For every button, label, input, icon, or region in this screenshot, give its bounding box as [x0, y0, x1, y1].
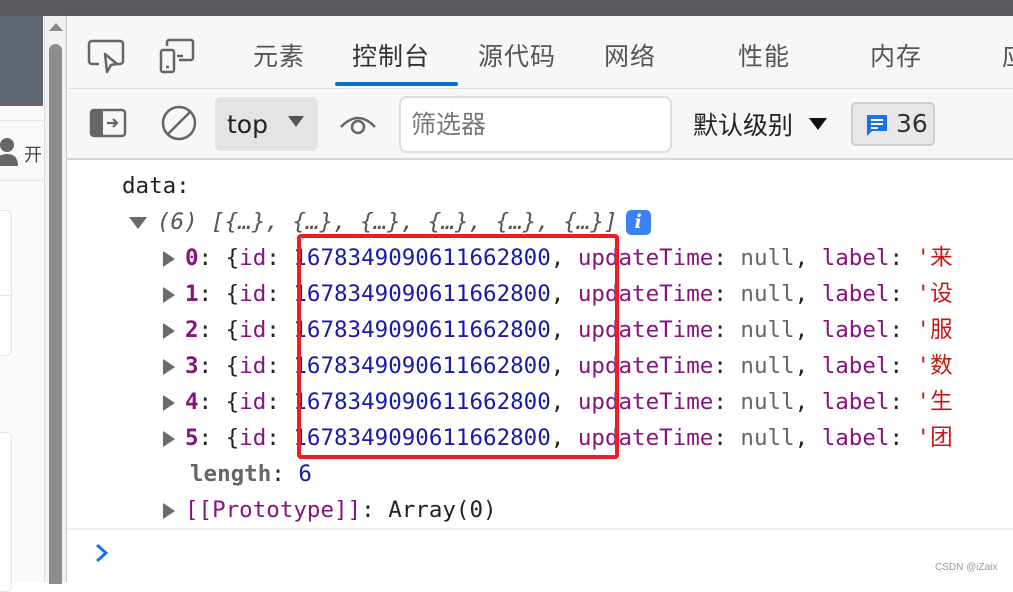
- active-tab-indicator: [335, 82, 458, 86]
- array-summary: (6) [{…}, {…}, {…}, {…}, {…}, {…}]: [157, 209, 618, 235]
- expand-triangle-icon[interactable]: [163, 502, 175, 519]
- expand-triangle-icon[interactable]: [163, 286, 175, 303]
- page-content-sliver: 开: [0, 16, 44, 592]
- devtools-panel: 元素 控制台 源代码 网络 性能 内存 应 top 默认级别: [66, 16, 1013, 582]
- live-expression-eye-icon[interactable]: [339, 105, 379, 145]
- issues-counter-button[interactable]: 36: [851, 102, 935, 146]
- expand-triangle-icon[interactable]: [163, 250, 175, 267]
- message-icon: [867, 115, 887, 136]
- chevron-down-icon: [288, 116, 304, 127]
- watermark: CSDN @iZaix: [935, 562, 998, 573]
- log-level-selector[interactable]: 默认级别: [693, 106, 793, 142]
- length-row: length: 6: [190, 461, 312, 487]
- divider: [67, 528, 1013, 530]
- tab-performance[interactable]: 性能: [738, 37, 790, 73]
- expand-triangle-icon[interactable]: [163, 358, 175, 375]
- context-selector[interactable]: top: [215, 97, 318, 151]
- tab-network[interactable]: 网络: [604, 37, 656, 73]
- scroll-up-arrow-icon[interactable]: [49, 23, 63, 31]
- divider: [0, 180, 43, 181]
- log-label: data:: [122, 173, 190, 199]
- tab-elements[interactable]: 元素: [253, 37, 305, 73]
- chevron-down-icon[interactable]: [809, 118, 827, 130]
- page-card: [0, 210, 12, 356]
- page-card: [0, 432, 12, 592]
- inspect-element-icon[interactable]: [87, 38, 127, 74]
- tab-console[interactable]: 控制台: [352, 37, 430, 73]
- info-icon[interactable]: i: [625, 210, 651, 235]
- console-toolbar: top 默认级别 36: [67, 90, 1013, 160]
- expand-triangle-icon[interactable]: [163, 322, 175, 339]
- expand-triangle-icon[interactable]: [163, 394, 175, 411]
- clear-console-icon[interactable]: [161, 104, 201, 144]
- scroll-thumb[interactable]: [49, 44, 62, 584]
- context-value: top: [227, 110, 268, 139]
- show-sidebar-icon[interactable]: [89, 104, 129, 144]
- prototype-row[interactable]: [[Prototype]]: Array(0): [163, 492, 497, 528]
- tab-sources[interactable]: 源代码: [478, 37, 556, 73]
- window-top-strip: [0, 0, 1013, 16]
- divider: [0, 295, 12, 296]
- devtools-tabbar: 元素 控制台 源代码 网络 性能 内存 应: [67, 16, 1013, 89]
- expand-triangle-icon[interactable]: [163, 430, 175, 447]
- console-output: data: (6) [{…}, {…}, {…}, {…}, {…}, {…}]…: [67, 162, 1013, 582]
- tab-memory[interactable]: 内存: [870, 37, 922, 73]
- device-toolbar-icon[interactable]: [159, 38, 199, 74]
- tab-application[interactable]: 应: [1002, 37, 1013, 73]
- filter-input[interactable]: [399, 96, 672, 153]
- user-text: 开: [24, 145, 42, 166]
- issues-count: 36: [896, 109, 928, 138]
- page-scrollbar[interactable]: [44, 16, 66, 584]
- highlight-annotation-box: [297, 234, 619, 459]
- user-entry[interactable]: 开: [0, 134, 44, 174]
- console-prompt-chevron-icon[interactable]: [93, 538, 113, 568]
- expand-triangle-icon[interactable]: [129, 216, 147, 229]
- page-banner: [0, 16, 43, 106]
- divider: [0, 120, 43, 121]
- user-icon: [0, 138, 18, 166]
